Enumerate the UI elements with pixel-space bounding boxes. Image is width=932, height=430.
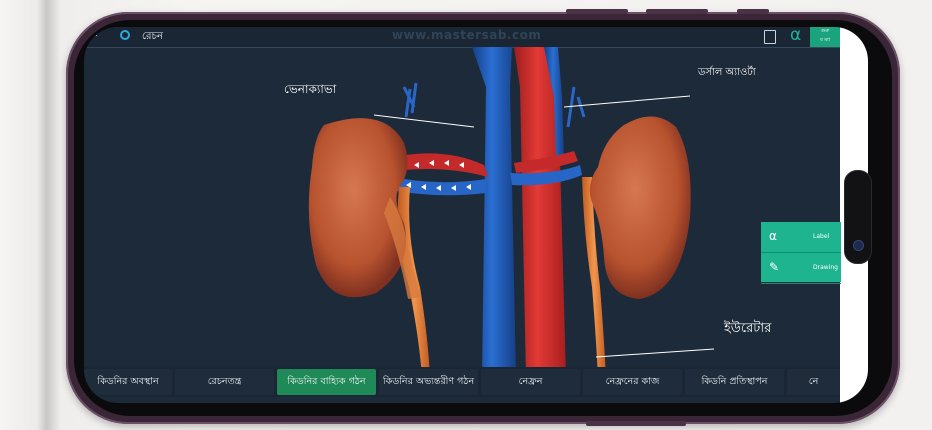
vena-cava-pointer <box>373 114 475 128</box>
tab-kidney-transplant[interactable]: কিডনি প্রতিস্থাপন <box>685 369 784 395</box>
top-green-badge[interactable]: গুরু ব ম্যা <box>810 27 840 47</box>
camera-icon <box>853 240 864 251</box>
app-screen: ‹ রেচন www.mastersab.com α গুরু ব ম্যা ভ… <box>84 27 868 403</box>
badge-line-2: ব ম্যা <box>819 37 831 43</box>
label-tool-text: Label <box>813 233 830 240</box>
tab-excretory-system[interactable]: রেচনতন্ত্র <box>175 369 274 395</box>
action-button <box>737 9 769 14</box>
tab-kidney-location[interactable]: কিডনির অবস্থান <box>84 369 172 395</box>
dynamic-island <box>844 170 872 264</box>
dorsal-aorta-label: ডর্সাল অ্যাওর্টা <box>698 67 756 78</box>
tab-nephron-function[interactable]: নেফ্রনের কাজ <box>583 369 682 395</box>
badge-line-1: গুরু <box>820 28 830 34</box>
right-adrenal-veins <box>566 86 586 128</box>
alpha-label-icon: α <box>769 229 777 243</box>
gear-icon[interactable] <box>120 30 130 40</box>
left-adrenal-veins <box>402 82 418 118</box>
label-tool-button[interactable]: α Label <box>761 222 841 253</box>
tab-kidney-external-structure[interactable]: কিডনির বাহ্যিক গঠন <box>277 369 376 395</box>
watermark: www.mastersab.com <box>392 28 542 42</box>
side-tool-panel: α Label ✎ Drawing <box>761 222 841 284</box>
volume-up-button <box>566 9 628 14</box>
pencil-icon: ✎ <box>769 260 780 274</box>
vena-cava[interactable] <box>472 47 516 367</box>
bottom-tab-bar: কিডনির অবস্থান রেচনতন্ত্র কিডনির বাহ্যিক… <box>84 367 840 397</box>
tab-kidney-internal-structure[interactable]: কিডনির অভ্যন্তরীণ গঠন <box>379 369 478 395</box>
volume-down-button <box>646 9 708 14</box>
back-chevron-icon[interactable]: ‹ <box>94 29 98 40</box>
left-renal-artery[interactable] <box>394 153 488 177</box>
ureter-label: ইউরেটার <box>724 321 772 336</box>
document-icon[interactable] <box>764 30 776 44</box>
drawing-tool-text: Drawing <box>813 264 838 271</box>
tab-next-partial[interactable]: নে <box>787 369 840 395</box>
tab-nephron[interactable]: নেফ্রন <box>481 369 580 395</box>
aorta-pointer <box>563 95 691 108</box>
vena-cava-label: ভেনাক্যাভা <box>284 82 337 96</box>
right-kidney[interactable] <box>589 116 691 299</box>
alpha-icon[interactable]: α <box>790 27 801 45</box>
ureter-pointer <box>595 348 715 358</box>
drawing-tool-button[interactable]: ✎ Drawing <box>761 253 841 284</box>
page-title: রেচন <box>142 31 163 42</box>
top-bar: ‹ রেচন www.mastersab.com α গুরু ব ম্যা <box>84 27 840 48</box>
power-button <box>586 421 686 426</box>
